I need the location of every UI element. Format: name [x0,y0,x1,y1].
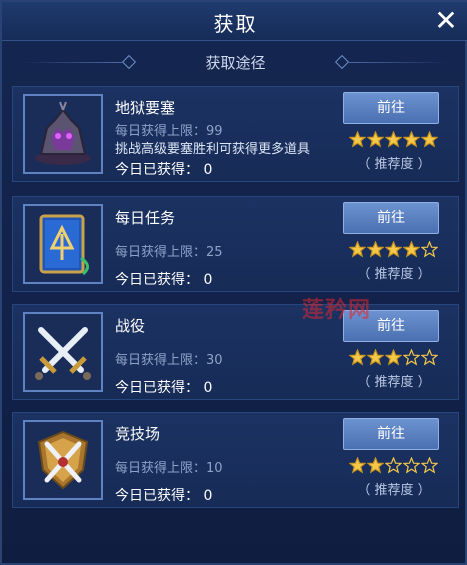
star-empty-icon [403,349,420,366]
go-button[interactable]: 前往 [343,92,439,124]
today-obtained: 今日已获得： 0 [115,162,213,178]
recommendation-label: （ 推荐度 ） [357,157,431,172]
go-button[interactable]: 前往 [343,202,439,234]
source-card-daily-quest: 每日任务 每日获得上限：25 今日已获得： 0 前往 （ 推荐度 ） [12,196,459,292]
close-icon[interactable]: ✕ [431,6,461,36]
dialog-title: 获取 [213,12,258,36]
today-obtained: 今日已获得： 0 [115,272,213,288]
star-empty-icon [421,241,438,258]
star-filled-icon [367,349,384,366]
star-filled-icon [349,241,366,258]
star-filled-icon [349,349,366,366]
source-name: 竞技场 [115,425,161,443]
daily-limit: 每日获得上限：25 [115,245,223,260]
today-obtained: 今日已获得： 0 [115,380,213,396]
source-name: 每日任务 [115,209,176,227]
subtitle-row: 获取途径 [2,48,467,76]
star-filled-icon [367,131,384,148]
daily-limit: 每日获得上限：30 [115,353,223,368]
star-filled-icon [403,131,420,148]
go-button[interactable]: 前往 [343,418,439,450]
star-empty-icon [385,457,402,474]
quest-book-icon [23,204,103,284]
star-rating [349,457,439,475]
source-card-arena: 竞技场 每日获得上限：10 今日已获得： 0 前往 （ 推荐度 ） [12,412,459,508]
source-card-fortress: 地狱要塞 每日获得上限：99 挑战高级要塞胜利可获得更多道具 今日已获得： 0 … [12,86,459,182]
acquire-dialog: 获取 ✕ 获取途径 地狱要塞 每日获得上限：99 挑战高级要塞胜利可获得更多道具… [0,0,467,565]
watermark-text: 莲矜网 [302,298,372,323]
star-filled-icon [349,131,366,148]
star-filled-icon [367,457,384,474]
source-description: 挑战高级要塞胜利可获得更多道具 [115,142,311,157]
star-filled-icon [349,457,366,474]
recommendation-label: （ 推荐度 ） [357,375,431,390]
star-filled-icon [385,241,402,258]
source-name: 战役 [115,317,146,335]
daily-limit: 每日获得上限：99 [115,124,223,139]
star-rating [349,131,439,149]
star-empty-icon [421,349,438,366]
star-rating [349,349,439,367]
star-empty-icon [403,457,420,474]
fortress-icon [23,94,103,174]
title-bar: 获取 ✕ [2,2,467,41]
star-filled-icon [403,241,420,258]
divider-right [349,62,449,63]
today-obtained: 今日已获得： 0 [115,488,213,504]
crossed-swords-icon [23,312,103,392]
star-rating [349,241,439,259]
recommendation-label: （ 推荐度 ） [357,483,431,498]
star-filled-icon [421,131,438,148]
star-filled-icon [367,241,384,258]
star-filled-icon [385,349,402,366]
recommendation-label: （ 推荐度 ） [357,267,431,282]
arena-shield-icon [23,420,103,500]
daily-limit: 每日获得上限：10 [115,461,223,476]
star-empty-icon [421,457,438,474]
source-card-campaign: 战役 每日获得上限：30 今日已获得： 0 前往 （ 推荐度 ） [12,304,459,400]
star-filled-icon [385,131,402,148]
source-name: 地狱要塞 [115,99,176,117]
